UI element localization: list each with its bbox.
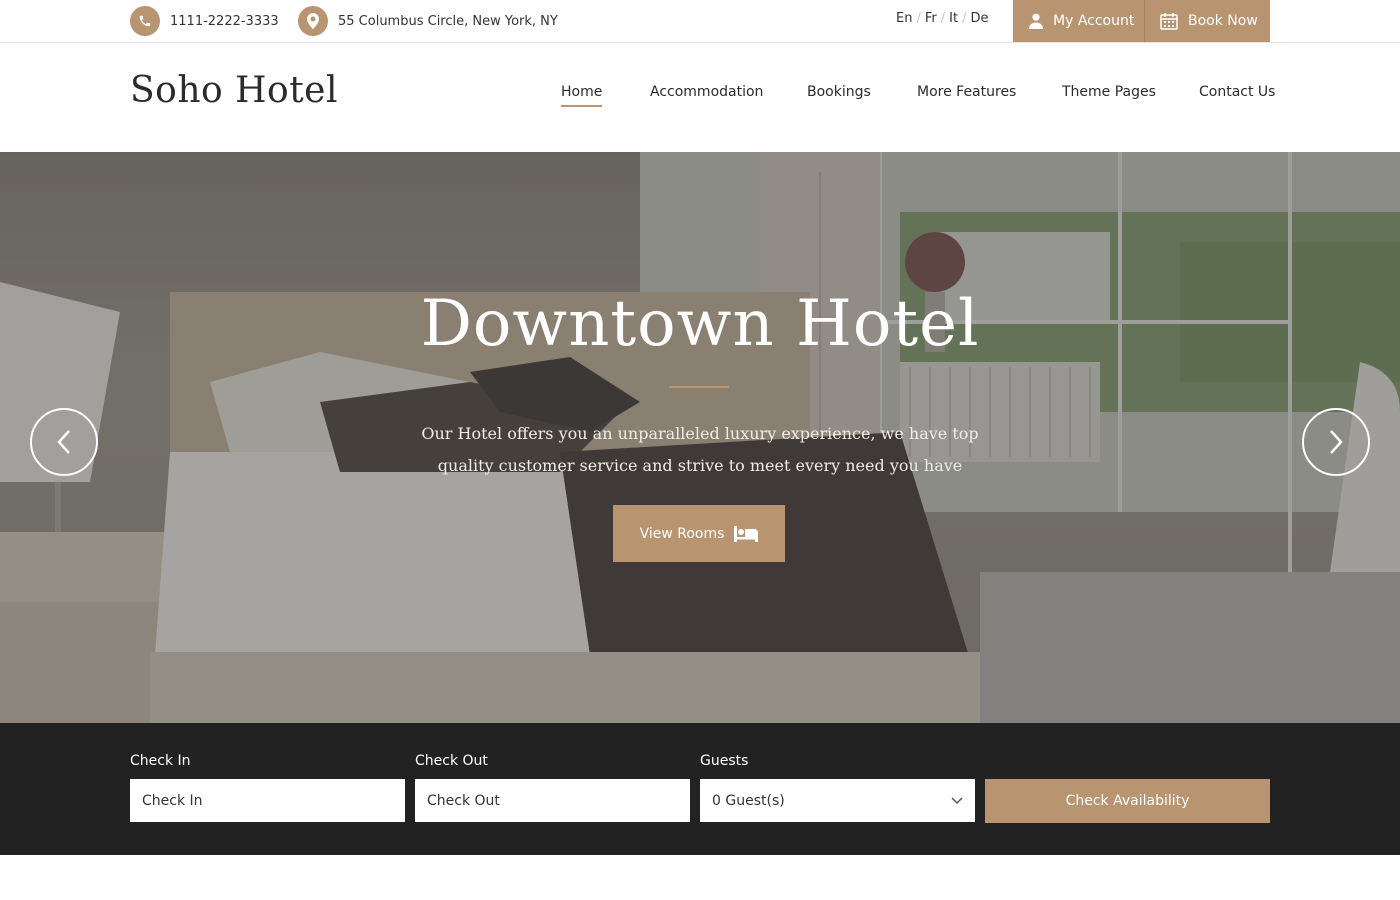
nav-bookings[interactable]: Bookings <box>807 84 871 100</box>
check-out-label: Check Out <box>415 753 488 769</box>
slider-next-button[interactable] <box>1302 408 1370 476</box>
language-switcher: En / Fr / It / De <box>896 11 988 26</box>
check-out-input[interactable] <box>415 779 690 822</box>
language-de[interactable]: De <box>970 11 988 26</box>
chevron-down-icon <box>951 796 963 804</box>
language-it[interactable]: It <box>949 11 958 26</box>
user-icon <box>1029 13 1043 29</box>
language-separator: / <box>940 11 946 26</box>
nav-home[interactable]: Home <box>561 84 603 107</box>
check-in-field: Check In <box>130 753 405 822</box>
book-now-button[interactable]: Book Now <box>1145 0 1270 42</box>
language-separator: / <box>916 11 921 26</box>
guests-select[interactable]: 0 Guest(s) <box>700 779 975 822</box>
language-fr[interactable]: Fr <box>925 11 937 26</box>
hero-divider <box>669 386 729 388</box>
bed-icon <box>734 525 759 542</box>
my-account-button[interactable]: My Account <box>1013 0 1144 42</box>
slider-prev-button[interactable] <box>30 408 98 476</box>
phone-contact[interactable]: 1111-2222-3333 <box>130 6 279 36</box>
nav-theme-pages[interactable]: Theme Pages <box>1062 84 1156 100</box>
guests-label: Guests <box>700 753 749 769</box>
main-navigation: Home Accommodation Bookings More Feature… <box>0 84 1400 114</box>
hero-subtitle: Our Hotel offers you an unparalleled lux… <box>421 424 979 475</box>
nav-contact-us[interactable]: Contact Us <box>1199 84 1275 100</box>
chevron-right-icon <box>1330 430 1343 454</box>
top-bar: 1111-2222-3333 55 Columbus Circle, New Y… <box>0 0 1400 43</box>
check-in-label: Check In <box>130 753 191 769</box>
phone-icon <box>130 6 160 36</box>
chevron-left-icon <box>57 430 70 454</box>
view-rooms-label: View Rooms <box>639 525 725 542</box>
view-rooms-button[interactable]: View Rooms <box>613 505 785 562</box>
map-marker-icon <box>298 6 328 36</box>
hero-title: Downtown Hotel <box>420 287 980 361</box>
language-en[interactable]: En <box>896 11 912 26</box>
check-in-input[interactable] <box>130 779 405 822</box>
calendar-icon <box>1160 12 1178 30</box>
hero-slider: Downtown Hotel Our Hotel offers you an u… <box>0 152 1400 723</box>
book-now-label: Book Now <box>1188 13 1258 29</box>
guests-value: 0 Guest(s) <box>712 792 785 809</box>
address-text: 55 Columbus Circle, New York, NY <box>338 13 558 29</box>
address-contact[interactable]: 55 Columbus Circle, New York, NY <box>298 6 558 36</box>
phone-number: 1111-2222-3333 <box>170 13 279 29</box>
guests-field: Guests 0 Guest(s) <box>700 753 975 822</box>
nav-accommodation[interactable]: Accommodation <box>650 84 763 100</box>
check-out-field: Check Out <box>415 753 690 822</box>
my-account-label: My Account <box>1053 13 1135 29</box>
nav-more-features[interactable]: More Features <box>917 84 1016 100</box>
booking-bar: Check In Check Out Guests 0 Guest(s) Che… <box>0 723 1400 855</box>
check-availability-button[interactable]: Check Availability <box>985 779 1270 823</box>
site-header: Soho Hotel Home Accommodation Bookings M… <box>0 43 1400 152</box>
language-separator: / <box>962 11 967 26</box>
